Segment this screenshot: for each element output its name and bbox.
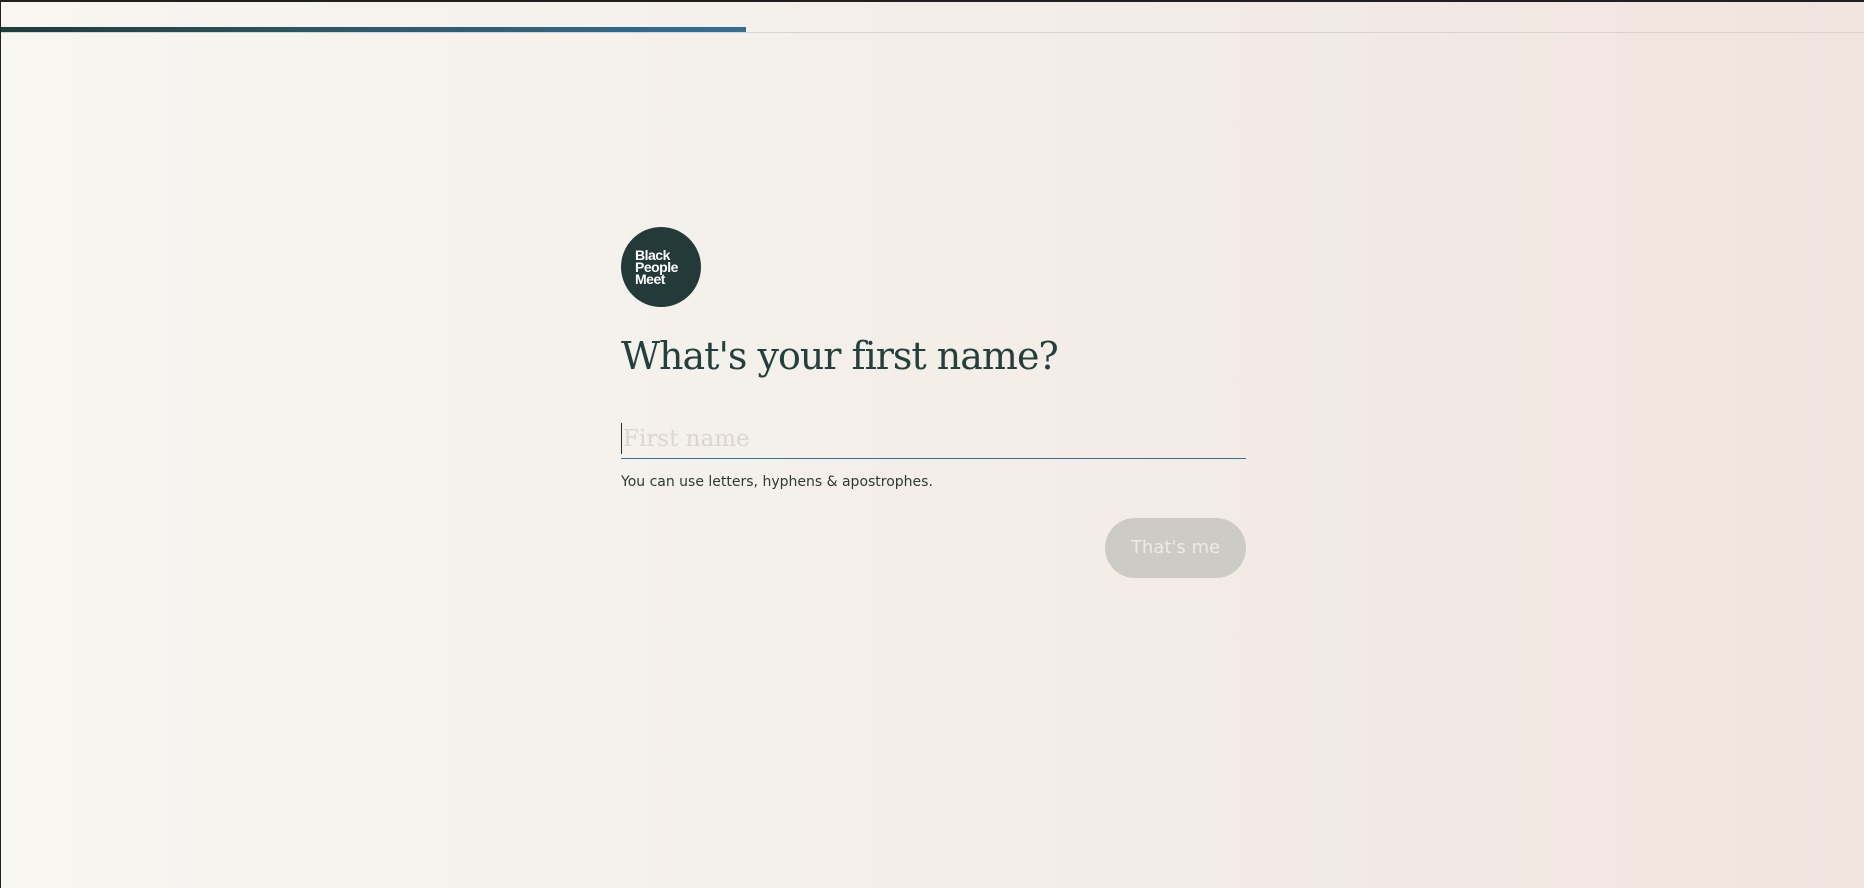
page-title: What's your first name? xyxy=(621,334,1059,378)
input-hint: You can use letters, hyphens & apostroph… xyxy=(621,473,933,490)
first-name-field xyxy=(621,419,1246,459)
thats-me-button[interactable]: That's me xyxy=(1105,517,1246,578)
brand-logo: Black People Meet xyxy=(621,227,701,307)
first-name-input[interactable] xyxy=(621,419,1246,458)
logo-line-3: Meet xyxy=(635,271,665,287)
progress-track xyxy=(1,32,1864,33)
signup-step-first-name: Black People Meet What's your first name… xyxy=(621,227,1246,578)
form-actions: That's me xyxy=(621,517,1246,578)
progress-bar xyxy=(1,27,746,32)
logo-wordmark: Black People Meet xyxy=(635,248,689,287)
text-caret xyxy=(621,422,622,454)
